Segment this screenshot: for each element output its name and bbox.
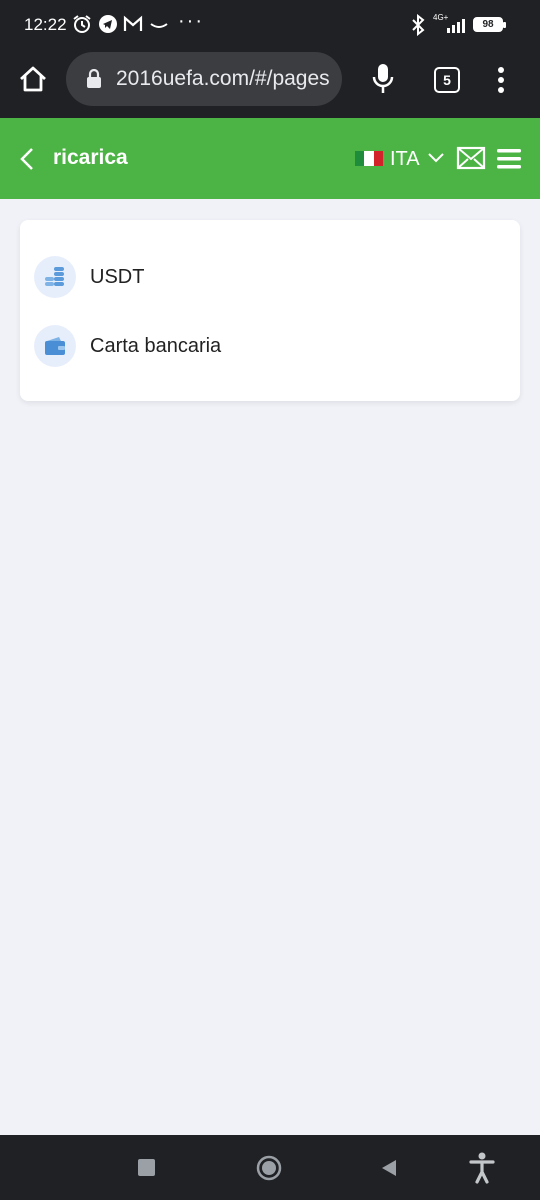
battery-level: 98: [473, 17, 506, 32]
hamburger-menu-icon[interactable]: [497, 149, 521, 169]
system-navigation-bar: [0, 1135, 540, 1200]
microphone-icon[interactable]: [372, 63, 394, 95]
language-selector[interactable]: ITA: [390, 148, 420, 171]
back-icon[interactable]: [18, 147, 36, 171]
accessibility-icon[interactable]: [469, 1152, 495, 1184]
more-notifications-icon: ···: [178, 10, 204, 32]
payment-method-label: USDT: [90, 266, 145, 288]
browser-toolbar: 2016uefa.com/#/pages 5: [0, 50, 540, 118]
payment-method-bank-card[interactable]: Carta bancaria: [34, 324, 504, 368]
url-text: 2016uefa.com/#/pages: [116, 67, 330, 90]
home-nav-button[interactable]: [256, 1155, 282, 1181]
menu-dots-icon[interactable]: [496, 66, 506, 94]
payment-method-usdt[interactable]: USDT: [34, 255, 504, 299]
gmail-icon: [123, 15, 143, 31]
chevron-down-icon[interactable]: [427, 152, 445, 164]
bluetooth-icon: [412, 14, 425, 36]
lock-icon: [87, 69, 101, 88]
alarm-icon: [73, 15, 91, 33]
mail-icon[interactable]: [456, 146, 486, 170]
page-title: ricarica: [53, 146, 128, 169]
coins-icon: [34, 256, 76, 298]
home-icon[interactable]: [18, 65, 48, 93]
address-bar[interactable]: 2016uefa.com/#/pages: [66, 52, 342, 106]
telegram-icon: [99, 15, 117, 33]
smile-icon: [150, 23, 168, 28]
wallet-icon: [34, 325, 76, 367]
back-nav-button[interactable]: [380, 1158, 398, 1178]
app-header: ricarica ITA: [0, 118, 540, 199]
recents-button[interactable]: [138, 1159, 155, 1176]
payment-methods-card: USDT Carta bancaria: [20, 220, 520, 401]
signal-icon: [447, 17, 469, 33]
payment-method-label: Carta bancaria: [90, 335, 222, 357]
status-bar: 12:22 ··· 4G+ 98: [0, 0, 540, 50]
tabs-button[interactable]: 5: [434, 67, 460, 93]
italy-flag-icon[interactable]: [355, 151, 383, 166]
status-time: 12:22: [24, 15, 67, 34]
